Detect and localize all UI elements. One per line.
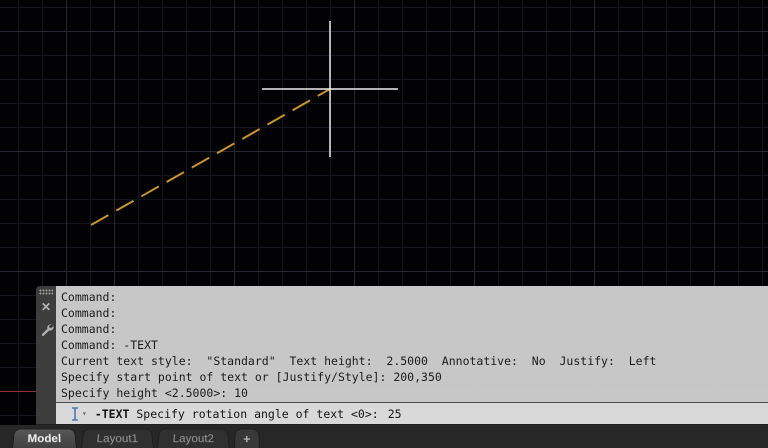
recent-commands-dropdown-icon[interactable]: ▾ [82, 409, 87, 418]
command-window-main: Command: Command: Command: Command: -TEX… [56, 286, 768, 424]
autocad-window: ✕ Command: Command: Command: Command: -T… [0, 0, 768, 448]
command-history: Command: Command: Command: Command: -TEX… [56, 286, 768, 402]
customize-wrench-icon[interactable] [39, 322, 54, 337]
new-layout-button[interactable]: + [234, 428, 260, 448]
command-history-line: Command: [61, 322, 117, 336]
command-input-value[interactable]: 25 [388, 407, 402, 421]
command-input-line[interactable]: ▾ -TEXT Specify rotation angle of text <… [56, 402, 768, 424]
tab-layout1[interactable]: Layout1 [80, 428, 154, 448]
command-history-line: Command: -TEXT [61, 338, 158, 352]
command-history-line: Specify height <2.5000>: 10 [61, 386, 248, 400]
command-prompt-text: Specify rotation angle of text <0>: [129, 406, 379, 421]
command-window: ✕ Command: Command: Command: Command: -T… [36, 286, 768, 426]
command-window-titlebar[interactable]: ✕ [36, 286, 56, 424]
command-history-line: Specify start point of text or [Justify/… [61, 370, 442, 384]
text-cursor-icon [72, 406, 78, 421]
command-history-line: Command: [61, 306, 117, 320]
drag-grip-icon[interactable] [39, 289, 53, 295]
tab-layout2[interactable]: Layout2 [157, 428, 231, 448]
command-history-line: Current text style: "Standard" Text heig… [61, 354, 657, 368]
layout-tab-bar: Model Layout1 Layout2 + [0, 425, 768, 448]
close-icon[interactable]: ✕ [41, 301, 51, 313]
command-history-line: Command: [61, 290, 117, 304]
tab-model[interactable]: Model [12, 428, 77, 448]
rubber-band-line [90, 88, 331, 226]
active-command-name: -TEXT [94, 406, 130, 421]
